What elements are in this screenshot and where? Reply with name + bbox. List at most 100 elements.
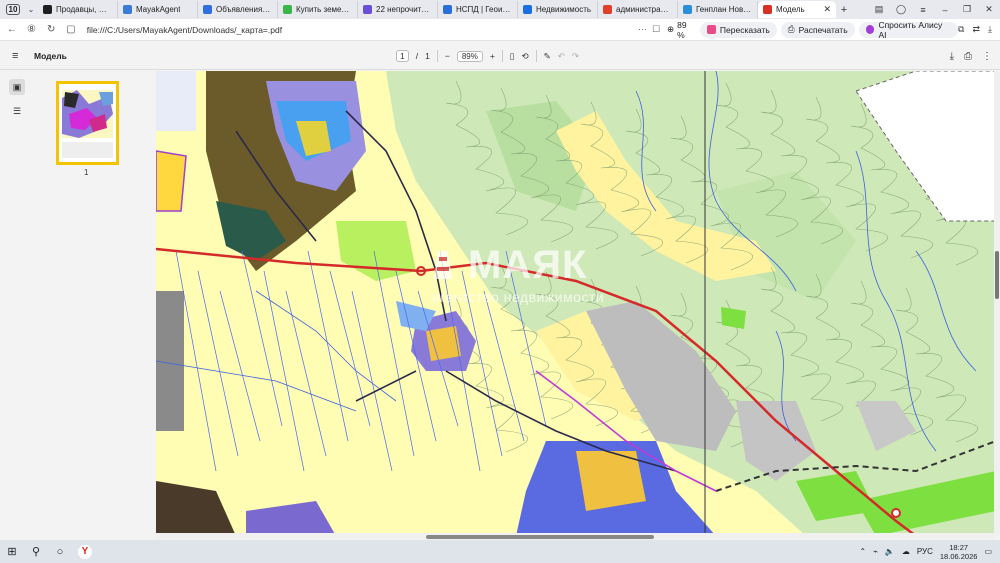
address-bar-row: ← ⑧ ↻ ▢ file:///C:/Users/MayakAgent/Down…	[0, 19, 1000, 41]
translate-label: Пересказать	[719, 24, 770, 35]
notifications-icon[interactable]: ▭	[984, 547, 992, 556]
file-icon: ▢	[66, 24, 76, 35]
draw-icon[interactable]: ✎	[544, 51, 551, 62]
zoom-indicator[interactable]: ⊕ 89 %	[667, 20, 696, 40]
menu-icon[interactable]: ≡	[12, 50, 26, 62]
clock[interactable]: 18:27 18.06.2026	[940, 543, 978, 561]
pdf-sidebar: ▣ ☰	[0, 71, 34, 536]
menu-icon[interactable]: ≡	[912, 5, 934, 15]
tab-title: Модель	[776, 5, 805, 14]
taskbar: ⊞ ⚲ ○ Y ⌃ ⌁ 🔈 ☁ РУС 18:27 18.06.2026 ▭	[0, 540, 1000, 563]
horizontal-scrollbar[interactable]	[156, 533, 994, 540]
browser-tab[interactable]: НСПД | Геоинфор	[438, 1, 518, 18]
page-total: 1	[425, 51, 430, 61]
alice-label: Спросить Алису AI	[878, 19, 943, 40]
tab-counter[interactable]: 10	[2, 2, 24, 18]
outline-icon[interactable]: ☰	[9, 103, 25, 119]
scroll-thumb[interactable]	[426, 535, 654, 539]
map-view[interactable]: МАЯК агентство недвижимости	[156, 71, 996, 536]
browser-tab[interactable]: Купить земельны	[278, 1, 358, 18]
onedrive-icon[interactable]: ☁	[902, 547, 910, 556]
page-separator: /	[415, 51, 419, 61]
bookmark-icon[interactable]: ☐	[649, 24, 663, 35]
zoom-input[interactable]: 89%	[456, 50, 483, 62]
url-field[interactable]: file:///C:/Users/MayakAgent/Downloads/_к…	[87, 22, 636, 38]
tab-title: Объявления недв	[216, 5, 272, 14]
alice-icon	[865, 25, 875, 34]
clock-date: 18.06.2026	[939, 551, 978, 561]
close-icon[interactable]: ✕	[978, 4, 1000, 15]
chevron-down-icon[interactable]: ⌄	[24, 5, 38, 14]
printer-icon: ⎙	[787, 24, 795, 34]
bookmarks-icon[interactable]: ▤	[868, 4, 890, 15]
page-thumbnail[interactable]	[56, 81, 119, 165]
back-icon[interactable]: ←	[4, 24, 20, 35]
tab-title: 22 непрочитанны	[376, 5, 432, 14]
extensions-icon[interactable]: ⧉	[958, 24, 964, 35]
browser-tab[interactable]: Модель ✕	[758, 1, 836, 18]
yandex-logo-icon[interactable]: ⑧	[24, 24, 40, 35]
alice-button[interactable]: Спросить Алису AI	[858, 19, 959, 40]
new-tab-button[interactable]: +	[836, 4, 852, 16]
page-number-input[interactable]: 1	[396, 50, 409, 62]
divider	[501, 50, 503, 62]
browser-tab[interactable]: Недвижимость	[518, 1, 598, 18]
browser-tab[interactable]: MayakAgent	[118, 1, 198, 18]
translate-icon[interactable]: ⇄	[972, 24, 980, 35]
tab-strip: 10 ⌄ Продавцы, Мои о MayakAgent Объявления…	[0, 0, 1000, 19]
map-canvas	[156, 71, 996, 536]
download-icon[interactable]: ⤓	[988, 24, 992, 35]
network-icon[interactable]: ⌁	[873, 547, 878, 556]
browser-tab[interactable]: 22 непрочитанны	[358, 1, 438, 18]
download-icon[interactable]: ⤓	[950, 51, 954, 62]
search-icon[interactable]: ⚲	[24, 545, 48, 558]
language-indicator[interactable]: РУС	[917, 547, 933, 556]
tab-title: Продавцы, Мои о	[56, 5, 112, 14]
print-icon[interactable]: ⎙	[964, 51, 972, 62]
tab-title: НСПД | Геоинфор	[456, 5, 512, 14]
browser-tab[interactable]: Генплан Новорос	[678, 1, 758, 18]
redo-icon[interactable]: ↷	[572, 51, 579, 62]
task-view-icon[interactable]: ○	[48, 546, 72, 558]
close-tab-icon[interactable]: ✕	[823, 4, 831, 15]
zoom-icon: ⊕	[667, 24, 675, 34]
chevron-up-icon[interactable]: ⌃	[859, 547, 866, 556]
print-button[interactable]: ⎙ Распечатать	[780, 21, 855, 38]
tab-count: 10	[5, 4, 21, 15]
translate-button[interactable]: Пересказать	[699, 21, 777, 38]
vertical-scrollbar[interactable]	[994, 71, 1000, 536]
profile-icon[interactable]: ◯	[890, 4, 912, 15]
document-title: Модель	[34, 50, 67, 61]
summarize-icon	[706, 25, 716, 34]
thumbnails-icon[interactable]: ▣	[9, 79, 25, 95]
pdf-toolbar: ≡ Модель 1 / 1 − 89% + ▯ ⟲ ✎ ↶ ↷ ⤓ ⎙ ⋮	[0, 42, 1000, 70]
tab-title: администрация	[616, 5, 672, 14]
rotate-icon[interactable]: ⟲	[521, 51, 528, 62]
windows-start-icon[interactable]: ⊞	[0, 545, 24, 558]
favicon-icon	[283, 5, 292, 14]
restore-icon[interactable]: ❐	[956, 4, 978, 15]
fit-page-icon[interactable]: ▯	[510, 51, 515, 62]
browser-tab[interactable]: Объявления недв	[198, 1, 278, 18]
zoom-in-icon[interactable]: +	[490, 51, 495, 61]
tab-title: Генплан Новорос	[696, 5, 752, 14]
favicon-icon	[763, 5, 772, 14]
zoom-out-icon[interactable]: −	[445, 51, 450, 61]
browser-tab[interactable]: администрация	[598, 1, 678, 18]
browser-tab[interactable]: Продавцы, Мои о	[38, 1, 118, 18]
more-icon[interactable]: ⋯	[636, 24, 650, 35]
favicon-icon	[203, 5, 212, 14]
reload-icon[interactable]: ↻	[43, 24, 59, 35]
yandex-browser-icon[interactable]: Y	[78, 544, 92, 559]
minimize-icon[interactable]: –	[934, 5, 956, 15]
divider	[436, 50, 438, 62]
favicon-icon	[523, 5, 532, 14]
more-icon[interactable]: ⋮	[982, 51, 992, 62]
undo-icon[interactable]: ↶	[558, 51, 565, 62]
volume-icon[interactable]: 🔈	[885, 547, 895, 556]
favicon-icon	[603, 5, 612, 14]
divider	[535, 50, 537, 62]
clock-time: 18:27	[949, 542, 969, 552]
pdf-actions: ⤓ ⎙ ⋮	[950, 42, 992, 70]
scroll-thumb[interactable]	[995, 251, 999, 299]
